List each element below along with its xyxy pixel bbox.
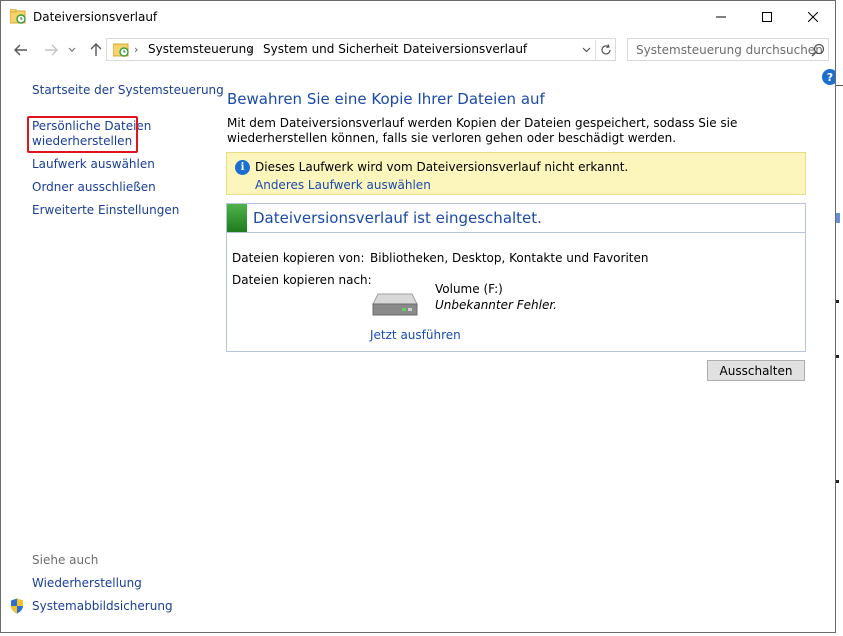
status-header: Dateiversionsverlauf ist eingeschaltet. <box>227 204 805 233</box>
file-history-window: Dateiversionsverlauf › Systemsteuerung ›… <box>0 0 836 633</box>
maximize-icon <box>762 11 772 22</box>
copy-to-label: Dateien kopieren nach: <box>232 273 372 287</box>
forward-button[interactable] <box>41 40 61 60</box>
background-fragment <box>836 85 843 86</box>
arrow-left-icon <box>14 44 27 56</box>
address-history-button[interactable] <box>578 42 594 58</box>
breadcrumb-system-und-sicherheit[interactable]: System und Sicherheit <box>263 42 399 56</box>
search-box[interactable]: Systemsteuerung durchsuchen <box>627 38 829 61</box>
breadcrumb-dateiversionsverlauf[interactable]: Dateiversionsverlauf <box>403 42 527 56</box>
shield-icon <box>11 598 23 614</box>
back-button[interactable] <box>11 40 31 60</box>
page-title: Bewahren Sie eine Kopie Ihrer Dateien au… <box>227 90 545 108</box>
status-indicator <box>227 204 247 232</box>
search-icon[interactable] <box>811 43 825 57</box>
chevron-right-icon[interactable]: › <box>388 43 392 56</box>
sidebar-item-home[interactable]: Startseite der Systemsteuerung <box>32 83 224 98</box>
highlight-annotation <box>27 116 138 153</box>
recent-locations-button[interactable] <box>65 40 79 60</box>
help-icon: ? <box>826 70 834 84</box>
info-message: Dieses Laufwerk wird vom Dateiversionsve… <box>255 160 629 174</box>
refresh-button[interactable] <box>595 40 616 60</box>
address-bar[interactable]: › Systemsteuerung › System und Sicherhei… <box>106 38 616 61</box>
chevron-down-icon <box>68 47 76 52</box>
volume-name: Volume (F:) <box>435 282 503 296</box>
info-icon: i <box>235 160 250 175</box>
status-panel: Dateiversionsverlauf ist eingeschaltet. … <box>226 203 806 352</box>
search-input[interactable]: Systemsteuerung durchsuchen <box>636 43 823 57</box>
background-fragment <box>836 213 840 223</box>
background-window-edge <box>836 0 843 636</box>
refresh-icon <box>601 44 611 55</box>
sidebar-item-advanced-settings[interactable]: Erweiterte Einstellungen <box>32 203 179 218</box>
chevron-right-icon: › <box>134 43 139 56</box>
drive-icon <box>372 293 418 316</box>
minimize-icon <box>716 16 726 17</box>
see-also-recovery-link[interactable]: Wiederherstellung <box>32 576 142 591</box>
select-other-drive-link[interactable]: Anderes Laufwerk auswählen <box>255 178 431 192</box>
close-icon <box>808 11 818 22</box>
chevron-down-icon <box>582 47 590 53</box>
copy-from-label: Dateien kopieren von: <box>232 251 365 265</box>
arrow-right-icon <box>45 44 58 56</box>
sidebar-item-exclude-folders[interactable]: Ordner ausschließen <box>32 180 156 195</box>
run-now-link[interactable]: Jetzt ausführen <box>370 328 461 342</box>
chevron-right-icon[interactable]: › <box>248 43 252 56</box>
minimize-button[interactable] <box>698 1 744 32</box>
status-title: Dateiversionsverlauf ist eingeschaltet. <box>253 209 542 227</box>
maximize-button[interactable] <box>744 1 790 32</box>
folder-history-icon <box>10 9 26 24</box>
background-fragment <box>836 300 839 303</box>
up-button[interactable] <box>86 40 106 60</box>
title-bar: Dateiversionsverlauf <box>1 1 835 32</box>
turn-off-button[interactable]: Ausschalten <box>707 360 805 381</box>
navigation-bar: › Systemsteuerung › System und Sicherhei… <box>1 34 835 65</box>
help-button[interactable]: ? <box>822 69 835 85</box>
window-title: Dateiversionsverlauf <box>33 10 158 24</box>
volume-error: Unbekannter Fehler. <box>435 298 557 312</box>
arrow-up-icon <box>90 43 102 56</box>
page-description: Mit dem Dateiversionsverlauf werden Kopi… <box>227 116 738 145</box>
see-also-system-image-backup-link[interactable]: Systemabbildsicherung <box>32 599 173 614</box>
copy-from-value: Bibliotheken, Desktop, Kontakte und Favo… <box>370 251 649 265</box>
background-fragment <box>836 480 839 483</box>
info-bar: i Dieses Laufwerk wird vom Dateiversions… <box>226 152 806 195</box>
control-panel-icon <box>113 43 129 57</box>
see-also-heading: Siehe auch <box>32 553 99 567</box>
breadcrumb-systemsteuerung[interactable]: Systemsteuerung <box>148 42 254 56</box>
close-button[interactable] <box>790 1 835 32</box>
background-fragment <box>836 355 839 358</box>
sidebar-item-select-drive[interactable]: Laufwerk auswählen <box>32 157 155 172</box>
